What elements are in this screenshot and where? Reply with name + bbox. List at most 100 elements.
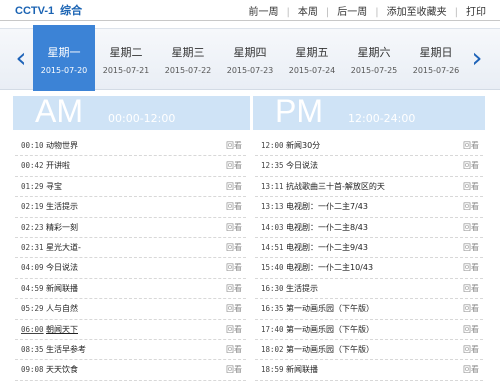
replay-link[interactable]: 回看	[463, 197, 479, 216]
replay-link[interactable]: 回看	[226, 279, 242, 298]
day-tab-date: 2015-07-24	[288, 66, 336, 75]
am-range: 00:00-12:00	[108, 112, 176, 125]
program-time: 02:23	[21, 222, 44, 232]
day-tab-name: 星期六	[357, 46, 391, 59]
replay-link[interactable]: 回看	[463, 320, 479, 339]
replay-link[interactable]: 回看	[226, 177, 242, 196]
program-title[interactable]: 生活提示	[46, 197, 78, 216]
replay-link[interactable]: 回看	[226, 156, 242, 175]
program-row: 01:29 寻宝 回看	[15, 177, 246, 198]
replay-link[interactable]: 回看	[226, 320, 242, 339]
program-title[interactable]: 动物世界	[46, 136, 78, 155]
add-favorite-link[interactable]: 添加至收藏夹	[379, 7, 455, 18]
program-title[interactable]: 第一动画乐园（下午版）	[286, 320, 374, 339]
program-title[interactable]: 朝闻天下	[46, 320, 78, 339]
replay-link[interactable]: 回看	[463, 258, 479, 277]
program-time: 13:11	[261, 181, 284, 191]
page-header: CCTV-1 综合 前一周 | 本周 | 后一周 | 添加至收藏夹 | 打印	[0, 0, 500, 21]
program-title[interactable]: 电视剧：一仆二主9/43	[286, 238, 368, 257]
replay-link[interactable]: 回看	[226, 238, 242, 257]
program-row: 04:59 新闻联播 回看	[15, 279, 246, 300]
day-tab-2015-07-24[interactable]: 星期五 2015-07-24	[281, 29, 343, 89]
pm-range: 12:00-24:00	[348, 112, 416, 125]
program-row: 05:29 人与自然 回看	[15, 299, 246, 320]
program-title[interactable]: 生活提示	[286, 279, 318, 298]
day-tab-2015-07-23[interactable]: 星期四 2015-07-23	[219, 29, 281, 89]
program-row: 14:51 电视剧：一仆二主9/43 回看	[255, 238, 483, 259]
day-tab-2015-07-25[interactable]: 星期六 2015-07-25	[343, 29, 405, 89]
replay-link[interactable]: 回看	[226, 136, 242, 155]
next-week-link[interactable]: 后一周	[329, 7, 375, 18]
program-title[interactable]: 星光大道-	[46, 238, 81, 257]
program-row: 02:31 星光大道- 回看	[15, 238, 246, 259]
this-week-link[interactable]: 本周	[290, 7, 326, 18]
replay-link[interactable]: 回看	[463, 299, 479, 318]
program-row: 18:59 新闻联播 回看	[255, 360, 483, 381]
program-title[interactable]: 新闻联播	[286, 360, 318, 379]
replay-link[interactable]: 回看	[463, 279, 479, 298]
program-time: 17:40	[261, 324, 284, 334]
program-time: 12:00	[261, 141, 284, 150]
program-time: 04:09	[21, 263, 44, 273]
day-tab-date: 2015-07-22	[164, 66, 212, 75]
replay-link[interactable]: 回看	[463, 156, 479, 175]
program-time: 09:08	[21, 365, 44, 375]
day-tab-name: 星期五	[295, 46, 329, 59]
day-tabs: 星期一 2015-07-20 星期二 2015-07-21 星期三 2015-07-22 星…	[33, 25, 467, 91]
program-title[interactable]: 新闻联播	[46, 279, 78, 298]
program-title[interactable]: 精彩一刻	[46, 218, 78, 237]
replay-link[interactable]: 回看	[226, 299, 242, 318]
replay-link[interactable]: 回看	[226, 360, 242, 379]
week-selector: ‹ 星期一 2015-07-20 星期二 2015-07-21 星期三 2015-07-2…	[0, 25, 500, 91]
program-row: 14:03 电视剧：一仆二主8/43 回看	[255, 218, 483, 238]
channel-name: CCTV-1	[15, 5, 55, 17]
channel-subtitle: 综合	[60, 5, 83, 17]
program-row: 13:13 电视剧：一仆二主7/43 回看	[255, 197, 483, 218]
day-tab-date: 2015-07-20	[40, 66, 88, 75]
replay-link[interactable]: 回看	[226, 218, 242, 237]
program-row: 06:00 朝闻天下 回看	[15, 320, 246, 340]
program-title[interactable]: 电视剧：一仆二主7/43	[286, 197, 368, 216]
day-tab-2015-07-26[interactable]: 星期日 2015-07-26	[405, 29, 467, 89]
day-tab-2015-07-22[interactable]: 星期三 2015-07-22	[157, 29, 219, 89]
program-row: 17:40 第一动画乐园（下午版） 回看	[255, 320, 483, 340]
program-title[interactable]: 今日说法	[286, 156, 318, 175]
replay-link[interactable]: 回看	[463, 360, 479, 379]
program-title[interactable]: 今日说法	[46, 258, 78, 277]
top-links: 前一周 | 本周 | 后一周 | 添加至收藏夹 | 打印	[241, 3, 495, 18]
program-title[interactable]: 抗战歌曲三十首-解放区的天	[286, 177, 385, 196]
program-title[interactable]: 天天饮食	[46, 360, 78, 379]
program-row: 00:42 开讲啦 回看	[15, 156, 246, 177]
program-time: 04:59	[21, 283, 44, 293]
replay-link[interactable]: 回看	[226, 197, 242, 216]
program-title[interactable]: 新闻30分	[286, 136, 320, 155]
day-tab-2015-07-21[interactable]: 星期二 2015-07-21	[95, 29, 157, 89]
replay-link[interactable]: 回看	[463, 177, 479, 196]
replay-link[interactable]: 回看	[463, 218, 479, 237]
program-title[interactable]: 开讲啦	[46, 156, 70, 175]
print-link[interactable]: 打印	[458, 7, 494, 18]
pm-label: PM	[275, 93, 323, 129]
program-time: 16:35	[261, 304, 284, 314]
replay-link[interactable]: 回看	[463, 238, 479, 257]
prev-arrow-icon[interactable]: ‹	[14, 43, 28, 73]
day-tab-date: 2015-07-26	[412, 66, 460, 75]
day-tab-name: 星期三	[171, 46, 205, 59]
program-title[interactable]: 电视剧：一仆二主8/43	[286, 218, 368, 237]
program-title[interactable]: 人与自然	[46, 299, 78, 318]
replay-link[interactable]: 回看	[226, 258, 242, 277]
day-tab-2015-07-20[interactable]: 星期一 2015-07-20	[33, 25, 95, 91]
replay-link[interactable]: 回看	[463, 136, 479, 155]
program-time: 14:03	[261, 222, 284, 232]
program-row: 00:10 动物世界 回看	[15, 136, 246, 157]
day-tab-name: 星期日	[419, 46, 453, 59]
program-time: 13:13	[261, 202, 284, 212]
program-time: 05:29	[21, 304, 44, 314]
program-time: 01:29	[21, 181, 44, 191]
prev-week-link[interactable]: 前一周	[241, 7, 287, 18]
next-arrow-icon[interactable]: ›	[470, 43, 484, 73]
pm-program-list: 12:00 新闻30分 回看 12:35 今日说法 回看 13:11 抗战歌曲三十首-解放区的…	[255, 136, 483, 381]
program-title[interactable]: 寻宝	[46, 177, 62, 196]
program-title[interactable]: 第一动画乐园（下午版）	[286, 299, 374, 318]
program-title[interactable]: 电视剧：一仆二主10/43	[286, 258, 373, 277]
